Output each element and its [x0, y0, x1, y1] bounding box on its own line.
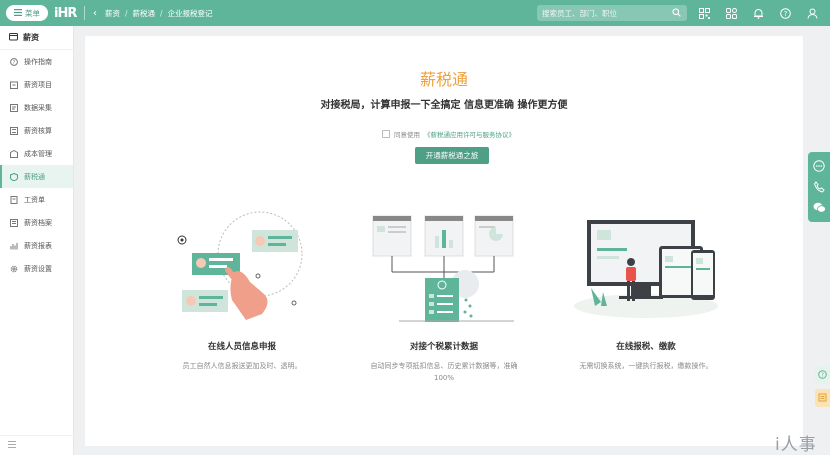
agree-prefix: 同意使用: [394, 131, 420, 139]
breadcrumb-separator: /: [160, 8, 163, 18]
sidebar-header: 薪资: [0, 26, 73, 50]
help-icon[interactable]: ?: [779, 7, 791, 19]
sidebar-item-data-collection[interactable]: 数据采集: [0, 96, 73, 119]
divider: [84, 6, 85, 20]
help-circle-icon: ?: [818, 369, 827, 381]
main-card: 薪税通 对接税局，计算申报一下全搞定 信息更准确 操作更方便 同意使用 《薪税通…: [85, 36, 803, 446]
archive-icon: [10, 218, 18, 227]
page-subtitle: 对接税局，计算申报一下全搞定 信息更准确 操作更方便: [320, 100, 568, 111]
feature-desc-tax-data: 自动同步专项抵扣信息、历史累计数据等，准确100%: [370, 362, 518, 382]
notice-icon: [818, 393, 827, 404]
menu-icon: [14, 8, 22, 18]
data-icon: [10, 103, 18, 112]
sidebar-item-cost[interactable]: 成本管理: [0, 142, 73, 165]
chat-icon[interactable]: [813, 159, 825, 174]
search-input[interactable]: [542, 8, 672, 18]
sidebar-item-tax[interactable]: 薪税通: [0, 165, 73, 188]
payslip-icon: [10, 195, 18, 204]
sidebar: 薪资 ? 操作指南 薪资项目 数据采集 薪资核算 成本管理 薪税通 工资单 薪资…: [0, 26, 74, 455]
breadcrumb-item-salary[interactable]: 薪资: [105, 8, 120, 19]
report-icon: [10, 242, 18, 250]
sidebar-item-guide[interactable]: ? 操作指南: [0, 50, 73, 73]
feature-desc-payment: 无需切换系统，一键执行报税，缴款操作。: [579, 362, 713, 370]
search-icon[interactable]: [672, 8, 681, 19]
bell-icon[interactable]: [752, 7, 764, 19]
wechat-icon[interactable]: [813, 202, 826, 215]
sidebar-item-salary-calc[interactable]: 薪资核算: [0, 119, 73, 142]
guide-icon: ?: [10, 57, 18, 66]
payment-illustration: [574, 220, 718, 318]
tax-icon: [10, 172, 18, 181]
feature-illustration-info: [142, 210, 342, 320]
back-icon[interactable]: ‹: [93, 8, 97, 19]
agreement: 同意使用 《薪税通应用许可与服务协议》: [382, 129, 515, 139]
open-service-button[interactable]: 开通薪税通之旅: [415, 147, 489, 164]
collapse-icon: [8, 441, 16, 450]
sidebar-item-settings[interactable]: 薪资设置: [0, 257, 73, 280]
top-bar: 菜单 iHR ‹ 薪资 / 薪税通 / 企业报税登记 ?: [0, 0, 830, 26]
svg-text:?: ?: [783, 10, 787, 18]
sidebar-item-payslip[interactable]: 工资单: [0, 188, 73, 211]
logo: iHR: [54, 5, 77, 21]
breadcrumb-separator: /: [125, 8, 128, 18]
feature-illustration-payment: [546, 210, 746, 322]
tax-data-illustration: [372, 215, 514, 322]
wallet-icon: [9, 32, 18, 43]
menu-label: 菜单: [25, 8, 40, 18]
svg-text:?: ?: [821, 372, 824, 378]
cost-icon: [10, 149, 18, 158]
menu-button[interactable]: 菜单: [6, 5, 48, 21]
floating-toolbar: [808, 152, 830, 222]
feature-desc-info: 员工自然人信息报送更加及时、透明。: [182, 362, 302, 370]
feature-title-info: 在线人员信息申报: [207, 342, 276, 352]
feature-title-tax-data: 对接个税累计数据: [409, 342, 478, 352]
qrcode-icon[interactable]: [698, 7, 710, 19]
sidebar-collapse[interactable]: [0, 435, 74, 455]
folder-icon: [10, 81, 18, 89]
breadcrumb-item-current: 企业报税登记: [167, 8, 213, 18]
apps-icon[interactable]: [725, 7, 737, 19]
page-title: 薪税通: [419, 70, 468, 89]
sidebar-item-salary-items[interactable]: 薪资项目: [0, 73, 73, 96]
settings-icon: [10, 265, 18, 273]
svg-text:?: ?: [13, 60, 16, 66]
feature-illustration-tax-data: [344, 210, 544, 322]
calc-icon: [10, 126, 18, 135]
brand-watermark: i人事: [775, 435, 817, 455]
agreement-link[interactable]: 《薪税通应用许可与服务协议》: [424, 129, 515, 139]
sidebar-item-archive[interactable]: 薪资档案: [0, 211, 73, 234]
breadcrumb-item-tax[interactable]: 薪税通: [133, 8, 156, 19]
float-help-button[interactable]: ?: [815, 366, 830, 384]
sidebar-item-report[interactable]: 薪资报表: [0, 234, 73, 257]
breadcrumb: 薪资 / 薪税通 / 企业报税登记: [105, 8, 213, 19]
float-notice-button[interactable]: [815, 389, 830, 407]
feature-title-payment: 在线报税、缴款: [616, 342, 676, 352]
user-icon[interactable]: [806, 7, 818, 19]
agree-checkbox[interactable]: [382, 130, 390, 138]
phone-icon[interactable]: [813, 180, 825, 195]
search-box: [537, 5, 687, 21]
info-report-illustration: [177, 211, 303, 320]
